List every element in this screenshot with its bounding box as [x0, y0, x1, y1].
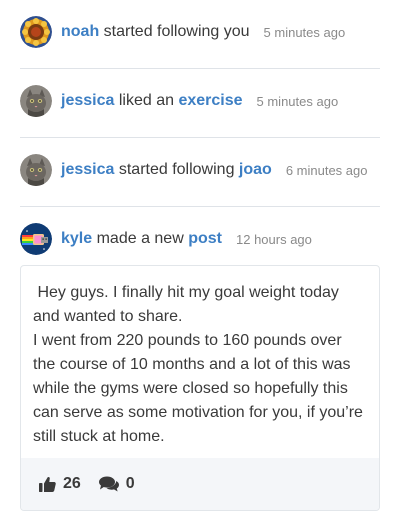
- comment-count: 0: [125, 475, 135, 492]
- actor-link[interactable]: jessica: [61, 92, 114, 109]
- action-text: liked an: [118, 92, 174, 109]
- cat-avatar-icon[interactable]: [20, 85, 52, 117]
- comment-button[interactable]: 0: [98, 475, 135, 493]
- divider: [20, 137, 380, 138]
- timestamp: 5 minutes ago: [263, 24, 346, 40]
- actor-link[interactable]: jessica: [61, 161, 114, 178]
- target-link[interactable]: joao: [239, 161, 272, 178]
- action-text: started following: [118, 161, 235, 178]
- action-text: made a new: [96, 230, 184, 247]
- post-body: Hey guys. I finally hit my goal weight t…: [21, 266, 379, 449]
- divider: [20, 206, 380, 207]
- post-card: Hey guys. I finally hit my goal weight t…: [20, 265, 380, 511]
- cat-avatar-icon[interactable]: [20, 154, 52, 186]
- like-button[interactable]: 26: [39, 475, 81, 493]
- sunflower-avatar-icon[interactable]: [20, 16, 52, 48]
- comments-icon: [98, 476, 119, 492]
- notification-text: jessica liked an exercise: [61, 92, 243, 110]
- post-paragraph: Hey guys. I finally hit my goal weight t…: [33, 284, 344, 325]
- post-footer: 26 0: [21, 458, 379, 510]
- notification-item: jessica started following joao 6 minutes…: [20, 153, 367, 187]
- post-paragraph: I went from 220 pounds to 160 pounds ove…: [33, 332, 363, 445]
- notification-item: noah started following you 5 minutes ago: [20, 15, 345, 49]
- timestamp: 6 minutes ago: [285, 162, 368, 178]
- actor-link[interactable]: kyle: [61, 230, 92, 247]
- like-count: 26: [63, 475, 81, 492]
- notification-text: jessica started following joao: [61, 161, 272, 179]
- notification-text: kyle made a new post: [61, 230, 222, 248]
- timestamp: 12 hours ago: [236, 231, 312, 247]
- timestamp: 5 minutes ago: [256, 93, 339, 109]
- divider: [20, 68, 380, 69]
- target-link[interactable]: post: [188, 230, 222, 247]
- action-text: started following you: [103, 23, 250, 40]
- notification-item: jessica liked an exercise 5 minutes ago: [20, 84, 338, 118]
- nyan-cat-avatar-icon[interactable]: [20, 223, 52, 255]
- actor-link[interactable]: noah: [61, 23, 99, 40]
- notification-item: kyle made a new post 12 hours ago: [20, 222, 312, 256]
- target-link[interactable]: exercise: [178, 92, 242, 109]
- notification-text: noah started following you: [61, 23, 250, 41]
- thumbs-up-icon: [39, 476, 56, 492]
